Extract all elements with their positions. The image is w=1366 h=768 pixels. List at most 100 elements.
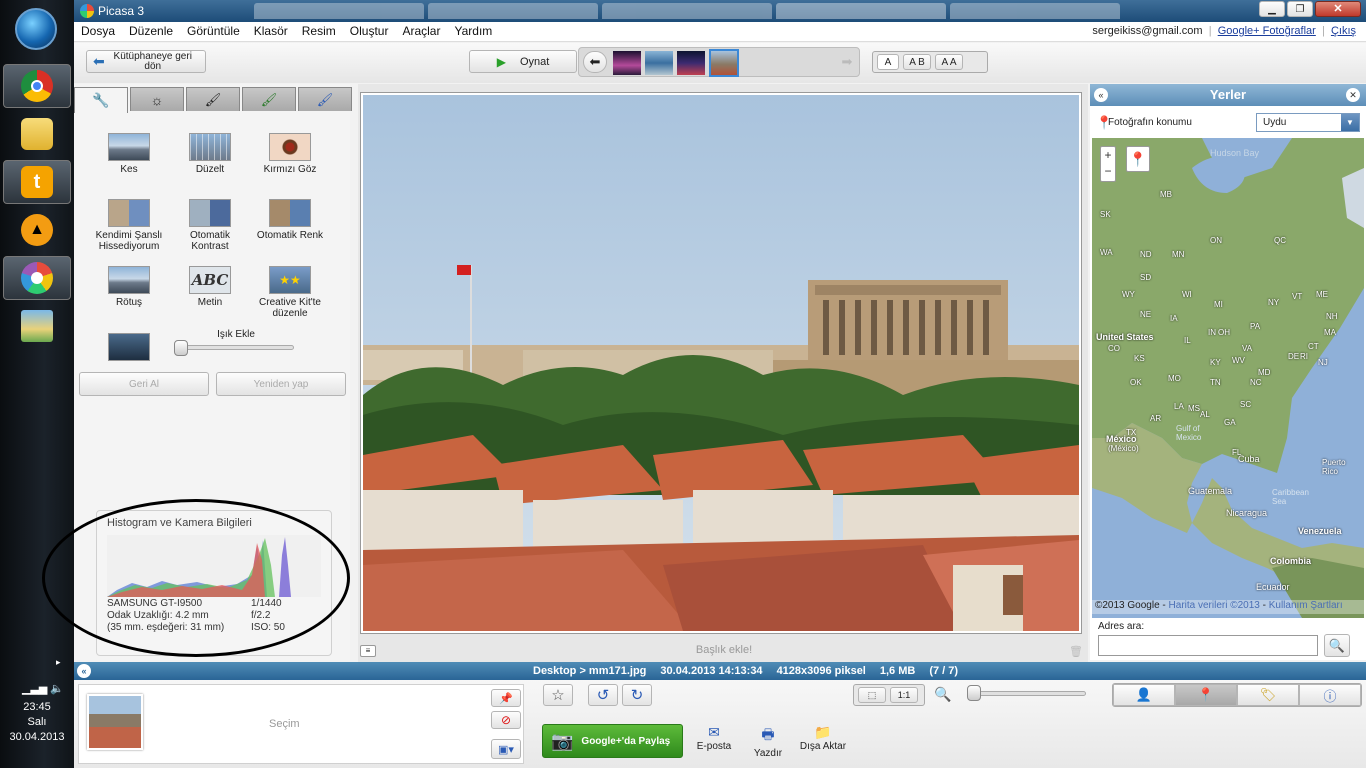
undo-button[interactable]: Geri Al [79,372,209,396]
map-zoom-control: + − [1100,146,1116,182]
previous-photo-button[interactable]: ⬅ [583,51,607,73]
map-state-label: WY [1122,290,1135,299]
network-icon[interactable]: ▁▃▅ 🔈 [22,682,64,695]
next-photo-button[interactable]: ➡ [835,51,859,73]
system-clock[interactable]: 23:45 Salı 30.04.2013 [0,700,74,745]
photo-info-bar: « Desktop > mm171.jpg 30.04.2013 14:13:34… [74,662,1366,680]
close-window-button[interactable]: ✕ [1315,1,1361,17]
caption-mode-single[interactable]: A [877,54,899,70]
taskbar-photo-viewer[interactable] [3,304,71,348]
map-state-label: AL [1200,410,1210,419]
caption-mode-compare[interactable]: A B [903,54,931,70]
play-slideshow-button[interactable]: ▶ Oynat [469,50,577,73]
fill-light-slider-handle[interactable] [174,340,188,356]
address-search-button[interactable]: 🔍 [1324,634,1350,657]
clear-selection-button[interactable]: ⊘ [491,711,521,729]
tool-retouch-label: Rötuş [115,297,143,308]
caption-toggle-icon[interactable]: ≡ [360,645,376,657]
tool-feeling-lucky[interactable]: Kendimi Şanslı Hissediyorum [89,199,169,252]
tab-more-effects[interactable]: 🖌 [242,87,296,111]
fill-light-slider[interactable] [176,345,294,350]
collapse-tray-icon[interactable]: « [77,664,91,678]
player-icon: ▲ [21,214,53,246]
tab-more-effects-2[interactable]: 🖌 [298,87,352,111]
fit-to-screen-button[interactable]: ⬚ [858,687,886,703]
caption-mode-double[interactable]: A A [935,54,963,70]
email-button[interactable]: ✉ E-posta [692,724,736,752]
zoom-in-button[interactable]: + [1101,147,1115,163]
filmstrip-thumb-3[interactable] [677,51,705,75]
map-view[interactable]: Hudson Bay MB SK ON QC United States Méx… [1092,138,1364,618]
rotate-right-button[interactable]: ↻ [622,684,652,706]
show-hidden-icons[interactable]: ▸ [56,657,61,668]
selected-photo-thumb[interactable] [87,694,143,750]
zoom-slider[interactable] [974,691,1086,696]
print-button[interactable]: 🖶 Yazdır [746,724,790,759]
taskbar-vlc[interactable]: ▲ [3,208,71,252]
tool-straighten[interactable]: Düzelt [170,133,250,175]
export-button[interactable]: 📁 Dışa Aktar [796,724,850,752]
tool-crop[interactable]: Kes [89,133,169,175]
menu-araclar[interactable]: Araçlar [395,22,447,38]
close-places-icon[interactable]: ✕ [1346,88,1360,102]
menu-olustur[interactable]: Oluştur [343,22,396,38]
photo-info-text: Desktop > mm171.jpg 30.04.2013 14:13:34 41… [533,665,972,677]
share-google-plus-button[interactable]: 📷 Google+'da Paylaş [542,724,683,758]
rotate-left-button[interactable]: ↺ [588,684,618,706]
start-button[interactable] [15,8,57,50]
tool-text[interactable]: ABC Metin [170,266,250,308]
map-state-label: WI [1182,290,1192,299]
filmstrip-thumb-current[interactable] [709,49,739,77]
redo-button[interactable]: Yeniden yap [216,372,346,396]
export-folder-icon: 📁 [814,724,832,740]
people-panel-button[interactable]: 👤 [1113,684,1175,706]
menu-duzenle[interactable]: Düzenle [122,22,180,38]
zoom-out-button[interactable]: − [1101,163,1115,179]
tool-auto-contrast[interactable]: Otomatik Kontrast [170,199,250,252]
map-terms-link[interactable]: Kullanım Şartları [1269,600,1343,611]
drop-pin-icon[interactable]: 📍 [1126,146,1150,172]
taskbar-tumblr[interactable]: t [3,160,71,204]
minimize-button[interactable]: ▁ [1259,1,1285,17]
tab-effects[interactable]: 🖌 [186,87,240,111]
trash-icon[interactable]: 🗑 [1069,645,1083,658]
zoom-slider-handle[interactable] [967,685,981,701]
map-data-link[interactable]: Harita verileri ©2013 [1169,600,1260,611]
logout-link[interactable]: Çıkış [1331,25,1356,37]
map-state-label: TX [1126,428,1137,437]
info-panel-button[interactable]: ⓘ [1299,684,1361,706]
collapse-places-icon[interactable]: « [1094,88,1108,102]
places-panel-button[interactable]: 📍 [1175,684,1237,706]
address-search-input[interactable] [1098,635,1318,656]
tab-basic-fixes[interactable]: 🔧 [74,87,128,113]
google-plus-photos-link[interactable]: Google+ Fotoğraflar [1218,25,1316,37]
taskbar-chrome[interactable] [3,64,71,108]
menu-goruntule[interactable]: Görüntüle [180,22,247,38]
back-to-library-button[interactable]: ⬅ Kütüphaneye geri dön [86,50,206,73]
map-state-label: OK [1130,378,1142,387]
tab-tuning[interactable]: ☼ [130,87,184,111]
caption-input[interactable]: Başlık ekle! [574,644,874,656]
browser-tabs-behind [254,3,1254,19]
tumblr-icon: t [21,166,53,198]
star-button[interactable]: ☆ [543,684,573,706]
filmstrip-thumb-2[interactable] [645,51,673,75]
menu-dosya[interactable]: Dosya [74,22,122,38]
hold-selection-button[interactable]: 📌 [491,689,521,707]
taskbar-picasa[interactable] [3,256,71,300]
tool-retouch[interactable]: Rötuş [89,266,169,308]
taskbar-explorer[interactable] [3,112,71,156]
tool-red-eye[interactable]: Kırmızı Göz [250,133,330,175]
filmstrip-thumb-1[interactable] [613,51,641,75]
tool-creative-kit[interactable]: ★★ Creative Kit'te düzenle [250,266,330,319]
add-to-album-button[interactable]: ▣▾ [491,739,521,759]
menu-yardim[interactable]: Yardım [447,22,499,38]
menu-klasor[interactable]: Klasör [247,22,295,38]
menu-resim[interactable]: Resim [295,22,343,38]
actual-size-button[interactable]: 1:1 [890,687,918,703]
tool-auto-color[interactable]: Otomatik Renk [250,199,330,241]
main-photo[interactable] [361,93,1081,633]
map-type-select[interactable]: Uydu ▼ [1256,113,1360,132]
maximize-button[interactable]: ❐ [1287,1,1313,17]
tags-panel-button[interactable]: 🏷 [1237,684,1299,706]
